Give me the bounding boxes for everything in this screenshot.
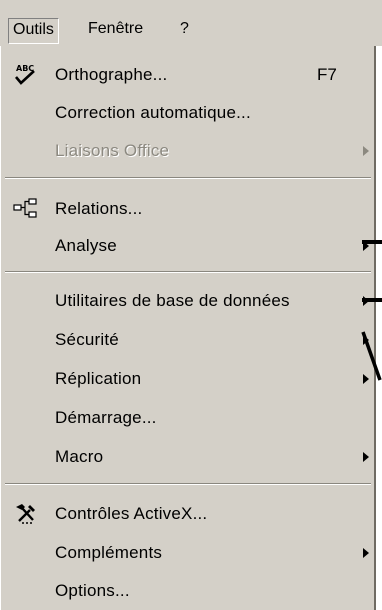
- menu-item-complements[interactable]: Compléments: [1, 536, 373, 570]
- menu-item-demarrage[interactable]: Démarrage...: [1, 401, 373, 435]
- menu-help-label: ?: [180, 20, 189, 37]
- outils-dropdown-menu: ABC Orthographe... F7 Correction automat…: [0, 46, 376, 610]
- menu-item-correction-automatique-label: Correction automatique...: [55, 103, 251, 122]
- menu-item-controles-activex[interactable]: Contrôles ActiveX...: [1, 497, 373, 531]
- menu-separator: [5, 483, 371, 485]
- menu-item-relations-label: Relations...: [55, 199, 143, 218]
- spelling-abc-check-icon: ABC: [13, 63, 39, 87]
- annotation-line: [362, 298, 382, 302]
- menu-item-macro[interactable]: Macro: [1, 440, 373, 474]
- menu-item-liaisons-office-label: Liaisons Office: [55, 141, 170, 160]
- menu-separator: [5, 177, 371, 179]
- menu-item-utilitaires[interactable]: Utilitaires de base de données: [1, 284, 373, 318]
- submenu-arrow-icon: [363, 146, 369, 156]
- menu-item-options-label: Options...: [55, 581, 130, 600]
- menu-outils-label: Outils: [13, 21, 54, 38]
- menu-item-correction-automatique[interactable]: Correction automatique...: [1, 96, 373, 130]
- menu-outils[interactable]: Outils: [8, 18, 59, 44]
- menu-separator: [5, 271, 371, 273]
- menu-item-demarrage-label: Démarrage...: [55, 408, 157, 427]
- menu-item-analyse-label: Analyse: [55, 236, 117, 255]
- menu-item-options[interactable]: Options...: [1, 574, 373, 608]
- menu-item-orthographe[interactable]: ABC Orthographe... F7: [1, 58, 373, 92]
- menu-bar: Outils Fenêtre ?: [0, 0, 382, 46]
- menu-item-replication-label: Réplication: [55, 369, 142, 388]
- menu-fenetre[interactable]: Fenêtre: [84, 18, 147, 44]
- submenu-arrow-icon: [363, 452, 369, 462]
- annotation-diagonal-line: [361, 331, 382, 381]
- annotation-line: [362, 240, 382, 244]
- menu-item-orthographe-shortcut: F7: [317, 65, 337, 84]
- activex-tools-icon: [13, 502, 39, 526]
- menu-item-liaisons-office: Liaisons Office: [1, 134, 373, 168]
- menu-item-macro-label: Macro: [55, 447, 104, 466]
- menu-item-orthographe-label: Orthographe...: [55, 65, 168, 84]
- menu-fenetre-label: Fenêtre: [88, 20, 144, 37]
- menu-item-securite-label: Sécurité: [55, 330, 119, 349]
- menu-item-relations[interactable]: Relations...: [1, 192, 373, 226]
- menu-item-complements-label: Compléments: [55, 543, 163, 562]
- menu-item-securite[interactable]: Sécurité: [1, 323, 373, 357]
- submenu-arrow-icon: [363, 548, 369, 558]
- menu-item-analyse[interactable]: Analyse: [1, 229, 373, 263]
- menu-item-controles-activex-label: Contrôles ActiveX...: [55, 504, 208, 523]
- menu-help[interactable]: ?: [176, 18, 193, 44]
- menu-item-replication[interactable]: Réplication: [1, 362, 373, 396]
- menu-item-utilitaires-label: Utilitaires de base de données: [55, 291, 290, 310]
- relationships-icon: [13, 197, 39, 221]
